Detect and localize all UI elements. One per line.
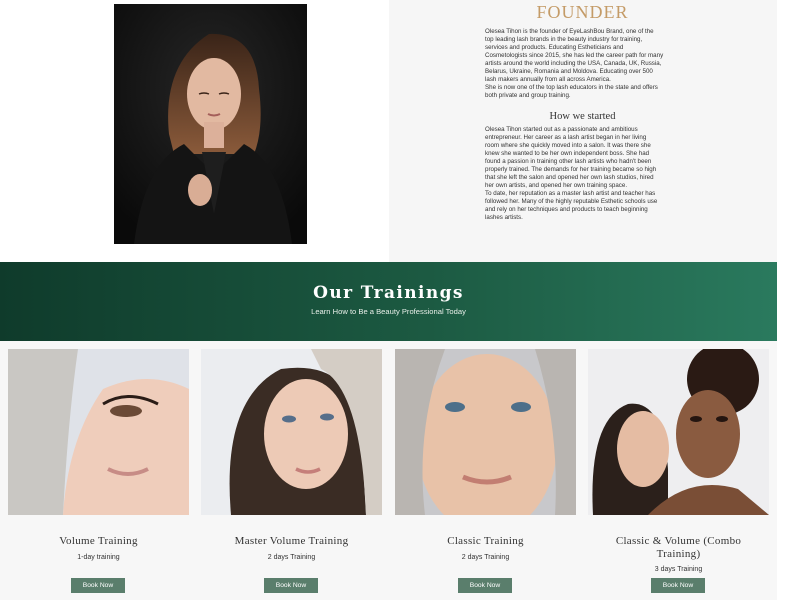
founder-title: FOUNDER — [536, 2, 629, 22]
bio-line: Belarus, Ukraine, Romania and Moldova. E… — [485, 68, 653, 75]
story-line: knew she wanted to be her own independen… — [485, 150, 650, 157]
two-models-photo — [588, 349, 769, 515]
story-line: properly trained. The demands for her tr… — [485, 166, 657, 173]
training-title-line: Classic & Volume (Combo — [615, 535, 742, 547]
banner-subtitle: Learn How to Be a Beauty Professional To… — [311, 307, 466, 316]
bio-line: Cosmetologists since 2015, she has led t… — [485, 52, 664, 59]
training-duration: 2 days Training — [461, 554, 510, 561]
bio-line: top leading lash brands in the beauty in… — [485, 36, 643, 43]
story-line: lashes artists. — [485, 214, 523, 221]
story-line: found a passion in training other lash a… — [485, 158, 652, 165]
trainings-list: Volume Training 1-day training Book Now … — [0, 341, 777, 600]
book-now-button[interactable]: Book Now — [651, 578, 705, 593]
training-card-master-volume: Master Volume Training 2 days Training B… — [201, 349, 382, 600]
book-now-button[interactable]: Book Now — [264, 578, 318, 593]
bio-line: services and products. Educating Estheti… — [485, 44, 624, 51]
story-line: room where she quickly moved into a salo… — [485, 142, 651, 149]
story-line: and rely on her techniques and products … — [485, 206, 648, 213]
training-duration: 1-day training — [77, 554, 120, 561]
model-eye-closeup-photo — [8, 349, 189, 515]
founder-bio: Olesea Tihon is the founder of EyeLashBo… — [485, 28, 680, 100]
training-card-volume: Volume Training 1-day training Book Now — [8, 349, 189, 600]
book-now-button[interactable]: Book Now — [458, 578, 512, 593]
bio-line: lash makers annually from all across Ame… — [485, 76, 611, 83]
training-duration: 3 days Training — [654, 566, 703, 573]
book-now-button[interactable]: Book Now — [71, 578, 125, 593]
story-line: followed her. Many of the highly reputab… — [485, 198, 658, 205]
training-title: Master Volume Training — [234, 535, 349, 547]
training-title: Classic & Volume (Combo Training) — [588, 535, 769, 561]
founder-photo — [114, 4, 307, 244]
trainings-banner: Our Trainings Learn How to Be a Beauty P… — [0, 262, 777, 341]
bio-line: Olesea Tihon is the founder of EyeLashBo… — [485, 28, 654, 35]
story-line: entrepreneur. Her career as a lash artis… — [485, 134, 647, 141]
training-duration: 2 days Training — [267, 554, 316, 561]
training-title: Volume Training — [59, 535, 138, 547]
training-title-line: Training) — [656, 548, 701, 560]
banner-title: Our Trainings — [313, 283, 464, 303]
training-card-classic: Classic Training 2 days Training Book No… — [395, 349, 576, 600]
story-line: that she left the salon and opened her o… — [485, 174, 654, 181]
how-we-started-title: How we started — [549, 111, 616, 122]
model-face-closeup-photo — [395, 349, 576, 515]
story-line: Olesea Tihon started out as a passionate… — [485, 126, 638, 133]
model-portrait-photo — [201, 349, 382, 515]
bio-line: artists around the world including the U… — [485, 60, 662, 67]
story-line: her own artists, and opened her own trai… — [485, 182, 628, 189]
training-card-combo: Classic & Volume (Combo Training) 3 days… — [588, 349, 769, 600]
bio-line: She is now one of the top lash educators… — [485, 84, 658, 91]
story-line: To date, her reputation as a master lash… — [485, 190, 656, 197]
bio-line: both private and group training. — [485, 92, 571, 99]
founder-text: FOUNDER Olesea Tihon is the founder of E… — [485, 2, 680, 222]
founder-section: FOUNDER Olesea Tihon is the founder of E… — [0, 0, 800, 262]
how-we-started-text: Olesea Tihon started out as a passionate… — [485, 126, 680, 222]
training-title: Classic Training — [447, 535, 524, 547]
